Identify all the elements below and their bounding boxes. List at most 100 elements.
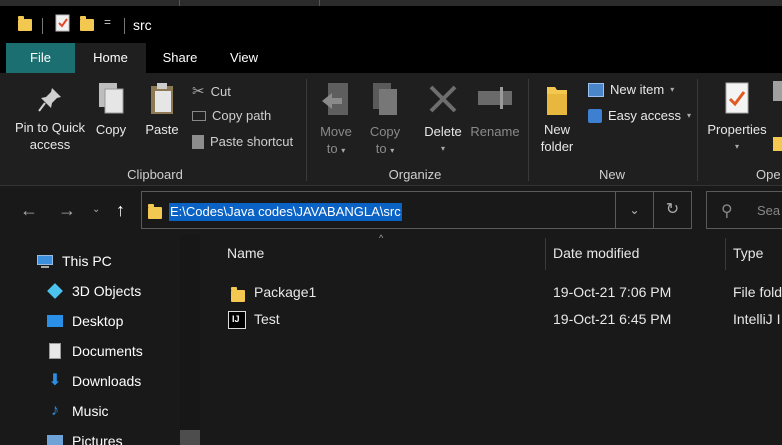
- caret-down-icon: ▾: [341, 146, 346, 155]
- intellij-java-file-icon: IJ: [228, 311, 246, 329]
- paste-button[interactable]: Paste: [143, 81, 181, 138]
- column-divider[interactable]: [725, 238, 726, 270]
- nav-item-this-pc[interactable]: This PC: [36, 253, 112, 269]
- copy-button[interactable]: Copy: [93, 81, 129, 138]
- edit-icon[interactable]: [773, 137, 782, 151]
- pin-icon: [38, 88, 61, 112]
- tab-view[interactable]: View: [214, 43, 274, 73]
- new-folder-icon: [547, 87, 567, 115]
- nav-item-label: 3D Objects: [72, 283, 142, 299]
- nav-scrollbar[interactable]: [180, 235, 200, 445]
- copy-to-label-2-text: to: [375, 141, 387, 156]
- nav-item-label: Pictures: [72, 433, 123, 445]
- group-divider: [697, 79, 698, 181]
- new-group-label: New: [598, 167, 625, 182]
- open-icon[interactable]: [773, 81, 782, 101]
- new-folder-button[interactable]: New folder: [537, 83, 577, 155]
- divider: [124, 18, 125, 34]
- properties-button[interactable]: Properties ▾: [702, 81, 772, 155]
- properties-icon: [725, 82, 749, 114]
- file-row[interactable]: IJ Test 19-Oct-21 6:45 PM IntelliJ I: [203, 306, 782, 332]
- search-placeholder: Sea: [757, 203, 781, 218]
- nav-item-pictures[interactable]: Pictures: [46, 433, 123, 445]
- nav-item-desktop[interactable]: Desktop: [46, 313, 123, 329]
- new-folder-icon[interactable]: [80, 16, 94, 31]
- new-folder-label: New: [543, 122, 570, 137]
- easy-access-icon: [588, 108, 602, 123]
- file-name: Test: [254, 311, 280, 327]
- file-name: Package1: [254, 284, 317, 300]
- nav-item-3d-objects[interactable]: 3D Objects: [46, 283, 141, 299]
- column-header-name[interactable]: Name: [227, 245, 264, 261]
- copy-to-icon: [373, 83, 397, 115]
- copy-path-button[interactable]: Copy path: [192, 108, 271, 123]
- delete-button[interactable]: Delete ▾: [420, 81, 466, 157]
- file-row[interactable]: Package1 19-Oct-21 7:06 PM File fold: [203, 279, 782, 305]
- back-arrow-icon[interactable]: ←: [20, 200, 38, 221]
- copy-to-label-2: to ▾: [364, 140, 406, 159]
- paste-icon: [151, 83, 173, 114]
- paste-label: Paste: [145, 122, 179, 137]
- copy-to-button[interactable]: Copy to ▾: [364, 81, 406, 159]
- copy-label: Copy: [95, 122, 127, 137]
- customize-quick-access-icon[interactable]: =: [104, 15, 111, 29]
- downloads-icon: ⬇: [48, 372, 62, 389]
- address-bar[interactable]: E:\Codes\Java codes\JAVABANGLA\src: [141, 191, 616, 229]
- window-title: src: [133, 17, 152, 33]
- pin-label: Pin to Quick: [14, 120, 86, 135]
- caret-down-icon: ▾: [670, 85, 675, 94]
- scissors-icon: ✂: [192, 83, 205, 100]
- ribbon: Pin to Quick access Copy Paste ✂ Cut Cop…: [0, 73, 782, 186]
- sort-ascending-icon: ^: [379, 233, 384, 243]
- nav-item-label: This PC: [62, 253, 112, 269]
- refresh-icon[interactable]: ↻: [654, 191, 692, 229]
- organize-group-label: Organize: [388, 167, 442, 182]
- cut-button[interactable]: ✂ Cut: [192, 82, 231, 100]
- nav-item-documents[interactable]: Documents: [46, 343, 143, 359]
- move-to-icon: [322, 83, 348, 115]
- new-item-label: New item: [610, 82, 665, 97]
- column-divider[interactable]: [545, 238, 546, 270]
- recent-locations-chevron-icon[interactable]: ⌄: [92, 204, 100, 215]
- tab-file[interactable]: File: [6, 43, 75, 73]
- nav-item-label: Desktop: [72, 313, 124, 329]
- file-date: 19-Oct-21 7:06 PM: [553, 284, 672, 300]
- address-dropdown-chevron-icon[interactable]: ⌄: [616, 191, 654, 229]
- tab-share[interactable]: Share: [150, 43, 210, 73]
- new-item-button[interactable]: New item ▾: [588, 82, 674, 97]
- rename-icon: [478, 87, 512, 109]
- nav-scrollbar-thumb[interactable]: [180, 430, 200, 445]
- easy-access-button[interactable]: Easy access ▾: [588, 108, 691, 123]
- properties-check-icon[interactable]: [55, 14, 71, 35]
- up-arrow-icon[interactable]: ↑: [116, 200, 125, 221]
- properties-label: Properties: [707, 122, 767, 137]
- caret-down-icon: ▾: [734, 142, 739, 151]
- folder-icon: [18, 16, 32, 31]
- nav-item-music[interactable]: ♪ Music: [46, 402, 109, 420]
- nav-item-downloads[interactable]: ⬇ Downloads: [46, 372, 142, 390]
- move-to-label-2: to ▾: [315, 140, 357, 159]
- title-bar: = src: [0, 6, 782, 43]
- paste-shortcut-button[interactable]: Paste shortcut: [192, 134, 293, 149]
- music-icon: ♪: [51, 402, 59, 419]
- file-type: IntelliJ I: [733, 311, 781, 327]
- pin-to-quick-access-button[interactable]: Pin to Quick access: [10, 85, 90, 153]
- folder-icon: [231, 287, 245, 302]
- rename-button[interactable]: Rename: [468, 81, 522, 140]
- nav-item-label: Downloads: [72, 373, 142, 389]
- move-to-button[interactable]: Move to ▾: [315, 81, 357, 159]
- copy-path-label: Copy path: [212, 108, 272, 123]
- column-header-date-modified[interactable]: Date modified: [553, 245, 639, 261]
- caret-down-icon: ▾: [686, 111, 691, 120]
- desktop-icon: [46, 313, 64, 329]
- caret-down-icon: ▾: [390, 146, 395, 155]
- pin-label-2: access: [29, 137, 71, 152]
- column-header-type[interactable]: Type: [733, 245, 763, 261]
- computer-icon: [36, 253, 54, 269]
- tab-home[interactable]: Home: [75, 43, 146, 73]
- address-path-text[interactable]: E:\Codes\Java codes\JAVABANGLA\src: [169, 203, 402, 221]
- ribbon-tabs: File Home Share View: [0, 43, 782, 73]
- address-row: ← → ⌄ ↑ E:\Codes\Java codes\JAVABANGLA\s…: [0, 187, 782, 235]
- forward-arrow-icon[interactable]: →: [58, 200, 76, 221]
- search-box[interactable]: ⚲ Sea: [706, 191, 782, 229]
